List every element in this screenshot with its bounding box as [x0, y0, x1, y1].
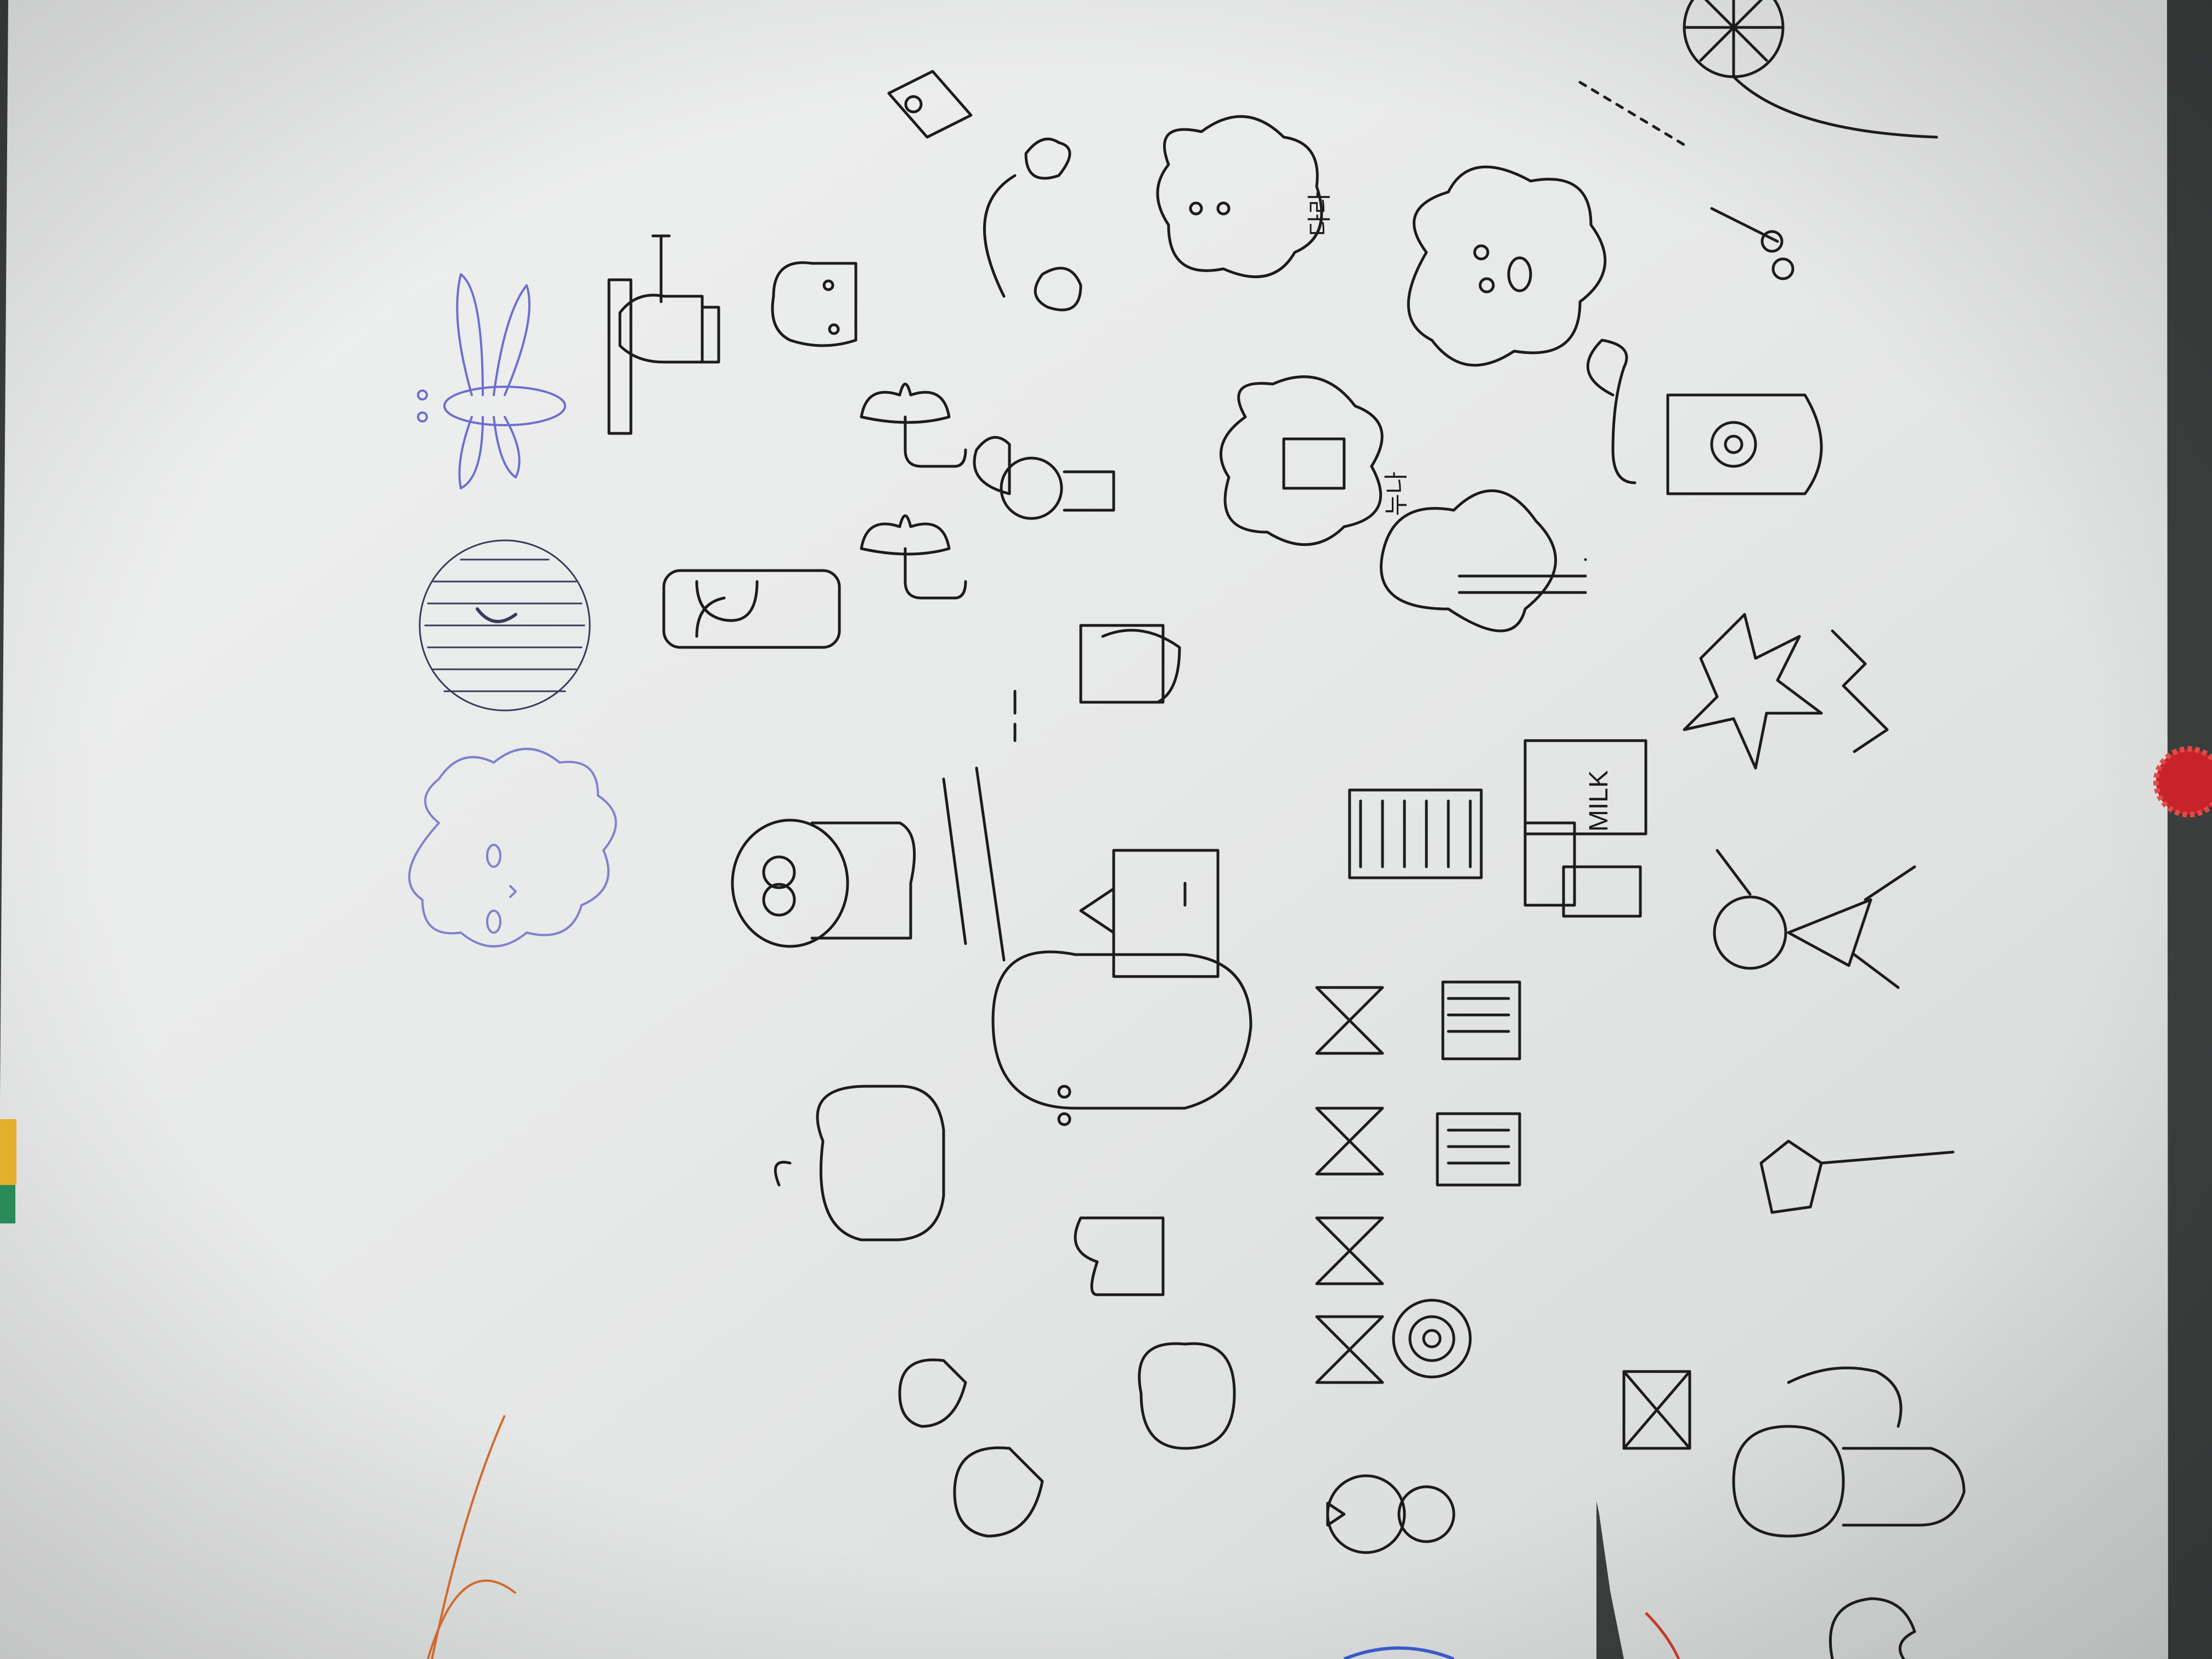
milk-label: MILK — [1584, 770, 1613, 832]
colorful-scrap-2 — [0, 1185, 15, 1223]
korean-label-1: 다라 — [1306, 192, 1334, 236]
korean-label-2: 누나 — [1383, 472, 1410, 516]
photo-vignette — [0, 0, 2212, 1659]
colorful-scrap — [0, 1119, 16, 1185]
photo-scene: MILK 다라 누나 — [0, 0, 2212, 1659]
